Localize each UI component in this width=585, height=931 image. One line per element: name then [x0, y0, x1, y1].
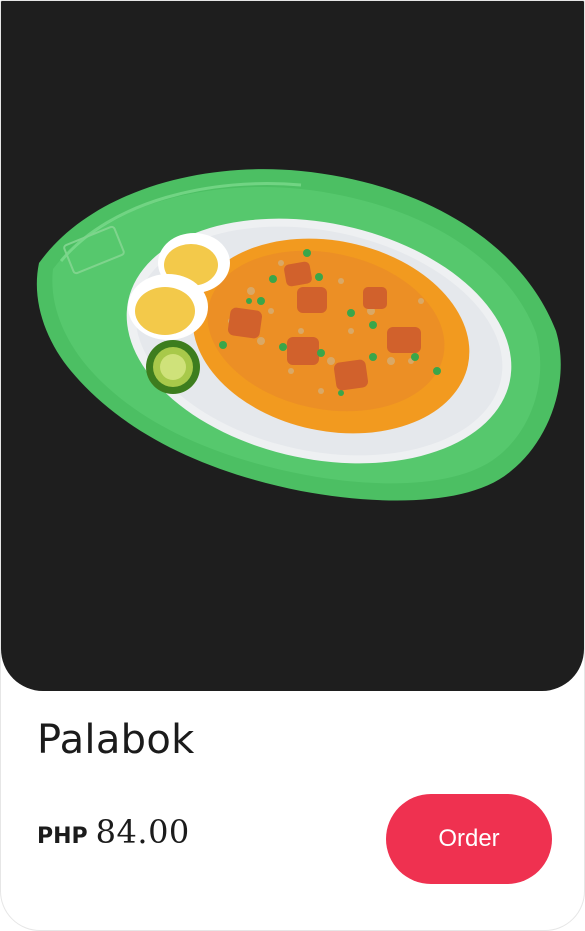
order-button[interactable]: Order — [386, 794, 552, 884]
product-price: PHP 84.00 — [37, 813, 190, 851]
product-title: Palabok — [37, 717, 195, 763]
price-currency: PHP — [37, 824, 88, 849]
product-card: Palabok PHP 84.00 Order — [0, 0, 585, 931]
palabok-plate-illustration — [36, 169, 561, 501]
product-image — [1, 1, 584, 691]
price-amount: 84.00 — [95, 813, 190, 851]
